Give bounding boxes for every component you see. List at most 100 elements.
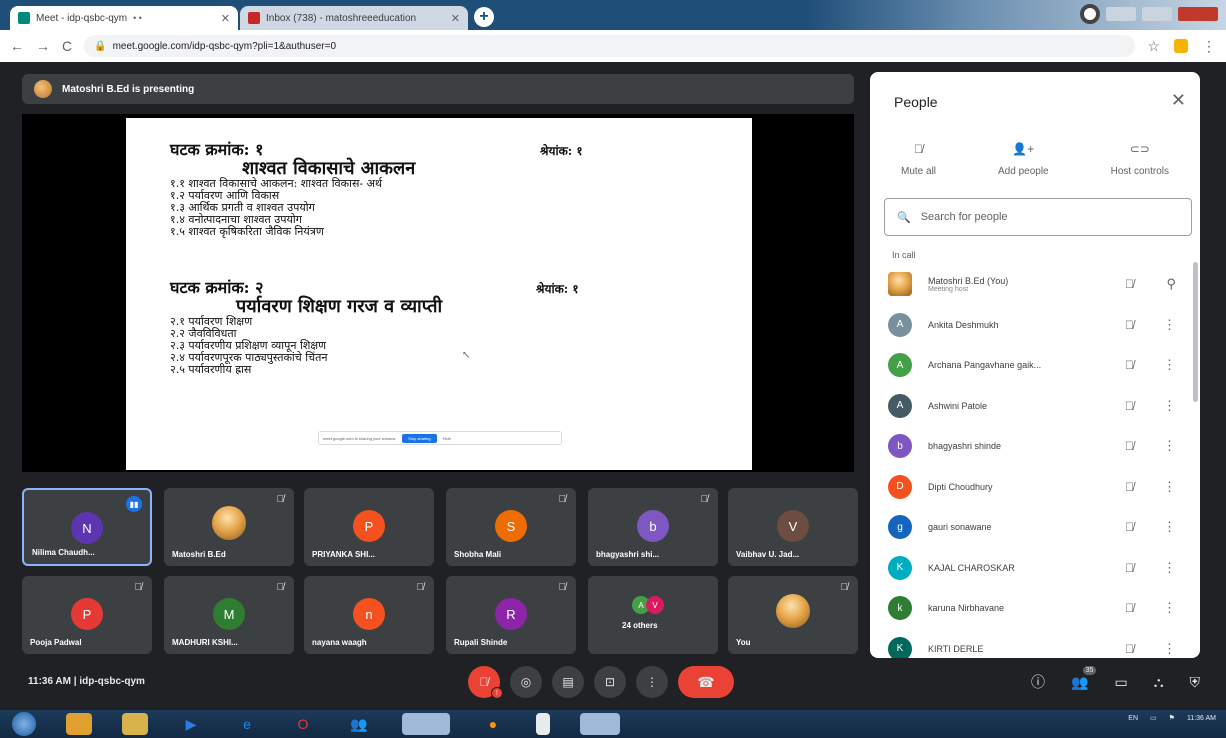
more-options-button[interactable]: ⋮ [636, 666, 668, 698]
list-item[interactable]: A Ashwini Patole 🎙̸ ⋮ [870, 386, 1200, 427]
close-panel-icon[interactable]: ✕ [1171, 90, 1186, 111]
extension-icon[interactable] [1174, 39, 1188, 53]
close-tab-icon[interactable]: ✕ [451, 12, 460, 25]
tab-inbox[interactable]: Inbox (738) - matoshreeeducation ✕ [240, 6, 468, 30]
more-options-icon[interactable]: ⋮ [1163, 479, 1176, 495]
participant-name: Pooja Padwal [30, 638, 82, 647]
more-options-icon[interactable]: ⋮ [1163, 357, 1176, 373]
panel-scrollbar[interactable] [1193, 262, 1198, 402]
people-app-icon[interactable]: 👥 [346, 713, 372, 735]
opera-icon[interactable]: O [290, 713, 316, 735]
back-icon[interactable]: ← [10, 38, 24, 54]
participant-tile[interactable]: ▮▮ N Nilima Chaudh... [22, 488, 152, 566]
captions-button[interactable]: ▤ [552, 666, 584, 698]
host-controls-icon[interactable]: ⛨ [1190, 674, 1201, 691]
more-options-icon[interactable]: ⋮ [1163, 600, 1176, 616]
network-icon[interactable]: ▭ [1150, 714, 1157, 722]
stop-sharing-button[interactable]: Stop sharing [402, 433, 437, 443]
mute-all-button[interactable]: 🎙̸ Mute all [901, 142, 936, 177]
notepad-icon[interactable] [536, 713, 550, 735]
menu-icon[interactable]: ⋮ [1202, 38, 1216, 55]
others-tile[interactable]: A V 24 others [588, 576, 718, 654]
new-tab-button[interactable]: + [474, 7, 494, 27]
profile-icon[interactable] [1080, 4, 1100, 24]
leave-call-button[interactable]: ☎ [678, 666, 734, 698]
minimize-button[interactable] [1106, 7, 1136, 21]
ie-icon[interactable]: e [234, 713, 260, 735]
meeting-details[interactable]: 11:36 AM | idp-qsbc-qym [28, 676, 145, 687]
firefox-icon[interactable]: ● [480, 713, 506, 735]
list-item[interactable]: K KAJAL CHAROSKAR 🎙̸ ⋮ [870, 548, 1200, 589]
reload-icon[interactable]: C [62, 38, 72, 54]
mic-off-icon[interactable]: 🎙̸ [1125, 480, 1134, 494]
mic-off-icon[interactable]: 🎙̸ [1125, 439, 1134, 453]
star-icon[interactable]: ☆ [1147, 38, 1160, 55]
participant-tile[interactable]: 🎙̸ n nayana waagh [304, 576, 434, 654]
hide-button[interactable]: Hide [443, 436, 451, 441]
participant-tile[interactable]: 🎙̸ R Rupali Shinde [446, 576, 576, 654]
self-tile[interactable]: 🎙̸ You [728, 576, 858, 654]
start-button[interactable] [12, 712, 36, 736]
more-options-icon[interactable]: ⋮ [1163, 560, 1176, 576]
mic-off-icon[interactable]: 🎙̸ [1125, 642, 1134, 656]
mic-off-icon[interactable]: 🎙̸ [1125, 399, 1134, 413]
list-item[interactable]: A Archana Pangavhane gaik... 🎙̸ ⋮ [870, 345, 1200, 386]
chrome-window-icon[interactable] [402, 713, 450, 735]
more-options-icon[interactable]: ⋮ [1163, 317, 1176, 333]
present-button[interactable]: ⊡ [594, 666, 626, 698]
pin-icon[interactable]: ⚲ [1166, 276, 1176, 292]
avatar: P [353, 510, 385, 542]
more-options-icon[interactable]: ⋮ [1163, 519, 1176, 535]
chrome-icon[interactable] [66, 713, 92, 735]
folder-icon[interactable] [122, 713, 148, 735]
people-button[interactable]: 👥 35 [1071, 665, 1097, 691]
more-options-icon[interactable]: ⋮ [1163, 438, 1176, 454]
captions-icon: ▤ [562, 675, 574, 689]
search-placeholder: Search for people [920, 211, 1008, 223]
toggle-icon: ⊂⊃ [1129, 142, 1150, 156]
mic-off-icon[interactable]: 🎙̸ [1125, 520, 1134, 534]
mic-off-icon[interactable]: 🎙̸ [1125, 277, 1134, 291]
mic-off-icon[interactable]: 🎙̸ [1125, 318, 1134, 332]
participant-tile[interactable]: 🎙̸ b bhagyashri shi... [588, 488, 718, 566]
list-item[interactable]: b bhagyashri shinde 🎙̸ ⋮ [870, 426, 1200, 467]
mic-toggle-button[interactable]: 🎙̸! [468, 666, 503, 699]
list-item[interactable]: D Dipti Choudhury 🎙̸ ⋮ [870, 467, 1200, 508]
list-item[interactable]: g gauri sonawane 🎙̸ ⋮ [870, 507, 1200, 548]
mic-off-icon[interactable]: 🎙̸ [1125, 561, 1134, 575]
clock[interactable]: 11:36 AM [1187, 715, 1216, 722]
app-window-icon[interactable] [580, 713, 620, 735]
host-controls-button[interactable]: ⊂⊃ Host controls [1111, 142, 1169, 177]
add-people-button[interactable]: 👤+ Add people [998, 142, 1049, 177]
list-item[interactable]: k karuna Nirbhavane 🎙̸ ⋮ [870, 588, 1200, 629]
url-field[interactable]: 🔒 meet.google.com/idp-qsbc-qym?pli=1&aut… [84, 35, 1136, 57]
search-input[interactable]: 🔍 Search for people [884, 198, 1192, 236]
participant-tile[interactable]: 🎙̸ S Shobha Mali [446, 488, 576, 566]
participant-tile[interactable]: 🎙̸ P Pooja Padwal [22, 576, 152, 654]
media-player-icon[interactable]: ▶ [178, 713, 204, 735]
more-options-icon[interactable]: ⋮ [1163, 641, 1176, 657]
mic-off-icon: 🎙̸ [479, 675, 489, 689]
more-options-icon: ⋮ [646, 675, 658, 689]
tab-meet[interactable]: Meet - idp-qsbc-qym • • ✕ [10, 6, 238, 30]
flag-icon[interactable]: ⚑ [1169, 714, 1175, 722]
participant-tile[interactable]: 🎙̸ Matoshri B.Ed [164, 488, 294, 566]
participant-tile[interactable]: 🎙̸ M MADHURI KSHI... [164, 576, 294, 654]
close-window-button[interactable] [1178, 7, 1218, 21]
list-item[interactable]: K KIRTI DERLE 🎙̸ ⋮ [870, 629, 1200, 658]
list-item[interactable]: A Ankita Deshmukh 🎙̸ ⋮ [870, 305, 1200, 346]
mic-off-icon[interactable]: 🎙̸ [1125, 601, 1134, 615]
participant-tile[interactable]: V Vaibhav U. Jad... [728, 488, 858, 566]
info-icon[interactable]: ⓘ [1031, 672, 1045, 692]
language-indicator[interactable]: EN [1128, 715, 1138, 722]
maximize-button[interactable] [1142, 7, 1172, 21]
forward-icon[interactable]: → [36, 38, 50, 54]
mic-off-icon[interactable]: 🎙̸ [1125, 358, 1134, 372]
list-item[interactable]: Matoshri B.Ed (You) Meeting host 🎙̸ ⚲ [870, 264, 1200, 305]
chat-icon[interactable]: ▭ [1114, 674, 1127, 691]
camera-toggle-button[interactable]: ◎ [510, 666, 542, 698]
activities-icon[interactable]: ⛬ [1154, 674, 1164, 691]
more-options-icon[interactable]: ⋮ [1163, 398, 1176, 414]
close-tab-icon[interactable]: ✕ [221, 12, 230, 25]
participant-tile[interactable]: P PRIYANKA SHI... [304, 488, 434, 566]
